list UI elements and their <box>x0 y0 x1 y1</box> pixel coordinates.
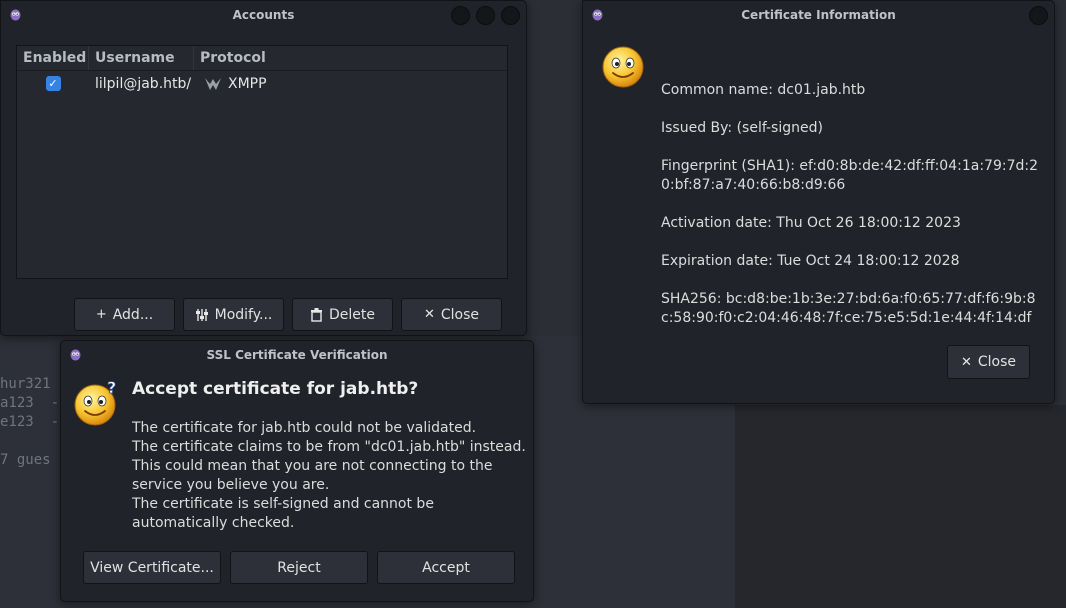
accept-button[interactable]: Accept <box>377 551 515 584</box>
enabled-checkbox[interactable]: ✓ <box>45 76 61 91</box>
window-title: Accounts <box>232 8 295 22</box>
message-line: The certificate claims to be from "dc01.… <box>132 439 526 493</box>
ssl-verification-window: SSL Certificate Verification ? Accept ce… <box>60 340 534 602</box>
pidgin-icon <box>10 9 21 21</box>
column-header-username[interactable]: Username <box>89 46 194 70</box>
window-title: SSL Certificate Verification <box>206 348 388 362</box>
close-icon: ✕ <box>423 307 435 322</box>
trash-icon <box>311 307 322 322</box>
fingerprint-field: Fingerprint (SHA1): ef:d0:8b:de:42:df:ff… <box>661 158 1038 193</box>
view-certificate-button[interactable]: View Certificate... <box>83 551 221 584</box>
smiley-face-icon: ? <box>74 379 117 426</box>
delete-button-label: Delete <box>329 306 375 323</box>
close-window-button[interactable] <box>1029 6 1048 25</box>
table-header: Enabled Username Protocol <box>17 46 507 71</box>
modify-button[interactable]: Modify... <box>183 298 284 331</box>
sha256-field: SHA256: bc:d8:be:1b:3e:27:bd:6a:f0:65:77… <box>661 291 1036 326</box>
pidgin-icon <box>70 349 81 361</box>
dialog-headline: Accept certificate for jab.htb? <box>132 379 419 399</box>
pidgin-icon <box>592 9 603 21</box>
close-button[interactable]: ✕ Close <box>401 298 502 331</box>
certificate-information-window: Certificate Information Common name: dc0… <box>582 0 1055 404</box>
titlebar[interactable]: Certificate Information <box>583 1 1054 29</box>
protocol-cell: XMPP <box>194 76 267 92</box>
reject-button[interactable]: Reject <box>230 551 368 584</box>
message-line: The certificate for jab.htb could not be… <box>132 420 477 436</box>
sliders-icon <box>195 308 208 321</box>
desktop-background <box>527 0 583 336</box>
titlebar[interactable]: Accounts <box>1 1 526 29</box>
plus-icon: + <box>95 307 107 322</box>
column-header-enabled[interactable]: Enabled <box>17 46 89 70</box>
activation-date-field: Activation date: Thu Oct 26 18:00:12 202… <box>661 215 961 231</box>
close-window-button[interactable] <box>501 6 520 25</box>
issued-by-field: Issued By: (self-signed) <box>661 120 823 136</box>
modify-button-label: Modify... <box>214 306 273 323</box>
close-button-label: Close <box>440 306 480 323</box>
certificate-details: Common name: dc01.jab.htb Issued By: (se… <box>661 81 1046 347</box>
accounts-window: Accounts Enabled Username Protocol ✓ lil… <box>0 0 527 336</box>
cert-close-button-label: Close <box>977 354 1017 370</box>
common-name-field: Common name: dc01.jab.htb <box>661 82 866 98</box>
close-icon: ✕ <box>960 354 972 370</box>
window-title: Certificate Information <box>741 8 896 22</box>
table-row[interactable]: ✓ lilpil@jab.htb/ XMPP <box>17 71 507 96</box>
add-button[interactable]: + Add... <box>74 298 175 331</box>
question-mark-icon: ? <box>107 379 116 397</box>
dialog-message: The certificate for jab.htb could not be… <box>132 419 527 533</box>
expiration-date-field: Expiration date: Tue Oct 24 18:00:12 202… <box>661 253 960 269</box>
protocol-label: XMPP <box>228 75 267 92</box>
message-line: The certificate is self-signed and canno… <box>132 496 434 531</box>
enabled-cell: ✓ <box>17 76 89 91</box>
accounts-table: Enabled Username Protocol ✓ lilpil@jab.h… <box>16 45 508 279</box>
column-header-protocol[interactable]: Protocol <box>194 46 507 70</box>
desktop-background <box>735 405 1066 608</box>
titlebar[interactable]: SSL Certificate Verification <box>61 341 533 369</box>
smiley-face-icon <box>602 46 644 88</box>
minimize-button[interactable] <box>451 6 470 25</box>
add-button-label: Add... <box>112 306 154 323</box>
cert-close-button[interactable]: ✕ Close <box>947 345 1030 379</box>
delete-button[interactable]: Delete <box>292 298 393 331</box>
view-certificate-label: View Certificate... <box>90 559 214 576</box>
maximize-button[interactable] <box>476 6 495 25</box>
accept-label: Accept <box>422 559 470 576</box>
username-cell: lilpil@jab.htb/ <box>95 75 192 92</box>
xmpp-icon <box>205 77 221 90</box>
reject-label: Reject <box>277 559 321 576</box>
